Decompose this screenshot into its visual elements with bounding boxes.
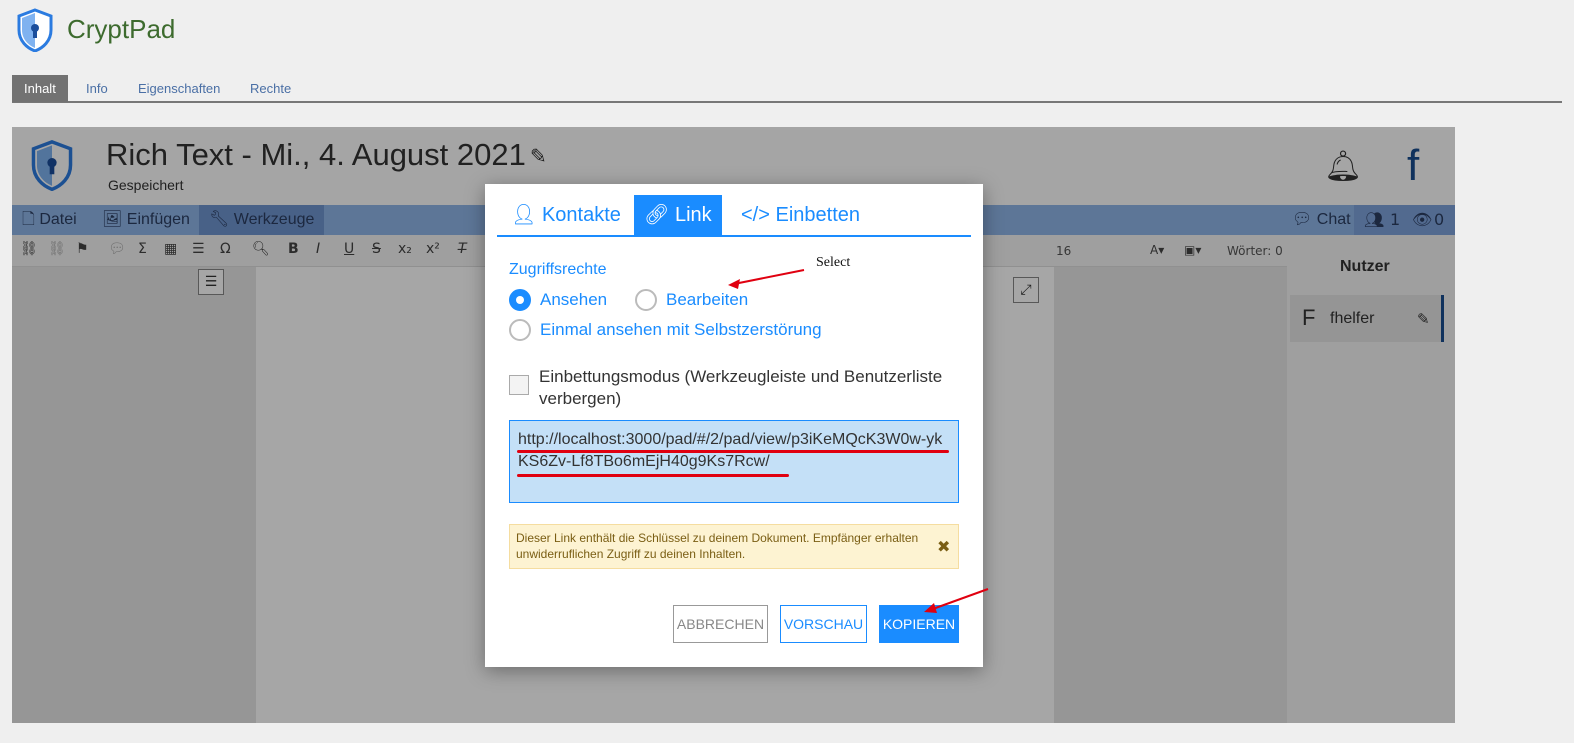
contacts-icon: 👤︎ [511,204,537,226]
radio-view-label[interactable]: Ansehen [540,290,607,310]
tab-rechte[interactable]: Rechte [238,75,303,102]
copy-button[interactable]: KOPIEREN [879,605,959,643]
tab-eigenschaften[interactable]: Eigenschaften [126,75,232,102]
tab-link[interactable]: 🔗︎ Link [634,195,722,235]
radio-view-once[interactable] [509,319,531,341]
annotation-underline [517,450,949,453]
top-tabbar: Inhalt Info Eigenschaften Rechte [12,75,1562,103]
tab-inhalt[interactable]: Inhalt [12,75,68,102]
embed-mode-checkbox[interactable] [509,375,529,395]
radio-view-once-label[interactable]: Einmal ansehen mit Selbstzerstörung [540,320,822,340]
link-icon: 🔗︎ [644,204,670,226]
close-icon[interactable]: ✖ [937,537,950,556]
share-link-textbox[interactable]: http://localhost:3000/pad/#/2/pad/view/p… [509,420,959,503]
tab-einbetten[interactable]: </> Einbetten [731,195,870,235]
tab-kontakte-label: Kontakte [541,204,621,226]
annotation-label: Select [816,255,851,270]
app-name: CryptPad [67,14,176,44]
preview-button[interactable]: VORSCHAU [780,605,867,643]
cryptpad-logo [17,8,53,52]
annotation-underline [517,474,789,477]
warning-message: Dieser Link enthält die Schlüssel zu dei… [509,524,959,569]
cancel-button[interactable]: ABBRECHEN [673,605,768,643]
access-rights-label: Zugriffsrechte [509,261,607,278]
radio-edit[interactable] [635,289,657,311]
radio-view[interactable] [509,289,531,311]
tab-link-label: Link [674,204,712,226]
share-tabs: 👤︎ Kontakte 🔗︎ Link </> Einbetten [497,195,971,237]
tab-kontakte[interactable]: 👤︎ Kontakte [501,195,631,235]
tab-info[interactable]: Info [74,75,120,102]
code-icon: </> [741,204,770,226]
radio-edit-label[interactable]: Bearbeiten [666,290,748,310]
embed-mode-label[interactable]: Einbettungsmodus (Werkzeugleiste und Ben… [539,366,959,410]
share-modal: 👤︎ Kontakte 🔗︎ Link </> Einbetten Zugrif… [485,184,983,667]
tab-einbetten-label: Einbetten [775,204,860,226]
